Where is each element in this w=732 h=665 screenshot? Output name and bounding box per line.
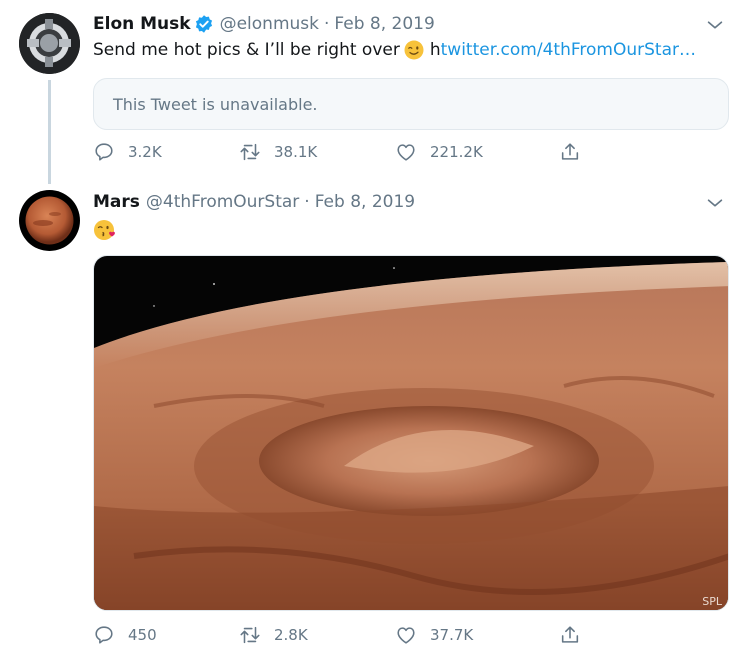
verified-badge-icon [194, 14, 214, 34]
media-credit: SPL [702, 595, 722, 608]
retweet-count: 38.1K [274, 143, 318, 161]
reply-button[interactable]: 450 [93, 624, 157, 646]
reply-button[interactable]: 3.2K [93, 141, 162, 163]
author-name[interactable]: Elon Musk [93, 14, 191, 34]
separator-dot: · [324, 14, 330, 34]
retweet-button[interactable]: 38.1K [239, 141, 317, 163]
thread-line [48, 80, 51, 184]
reply-icon [95, 143, 113, 161]
reply-count: 3.2K [128, 143, 162, 161]
tweet-text: Send me hot pics & I’ll be right over h … [93, 40, 696, 60]
chevron-down-icon[interactable] [704, 14, 726, 36]
author-name[interactable]: Mars [93, 192, 140, 212]
chevron-down-icon[interactable] [704, 192, 726, 214]
share-icon [561, 143, 579, 160]
heart-icon [397, 627, 415, 644]
like-count: 37.7K [430, 626, 474, 644]
share-button[interactable] [559, 624, 594, 646]
quote-unavailable-text: This Tweet is unavailable. [113, 94, 318, 114]
author-handle[interactable]: @4thFromOurStar [146, 192, 299, 212]
tweet-header: Elon Musk @elonmusk · Feb 8, 2019 [93, 12, 435, 36]
reply-icon [95, 626, 113, 644]
retweet-count: 2.8K [274, 626, 308, 644]
share-icon [561, 626, 579, 643]
tweet-header: Mars @4thFromOurStar · Feb 8, 2019 [93, 190, 415, 214]
tweet-body: Send me hot pics & I’ll be right over [93, 40, 400, 60]
separator-dot: · [304, 192, 310, 212]
heart-icon [397, 144, 415, 161]
unavailable-quote-tweet[interactable]: This Tweet is unavailable. [93, 78, 729, 130]
retweet-icon [240, 626, 260, 644]
like-button[interactable]: 37.7K [395, 624, 473, 646]
face-blowing-a-kiss-emoji-icon [93, 218, 117, 242]
tweet-date[interactable]: Feb 8, 2019 [315, 192, 415, 212]
winking-face-emoji-icon [404, 40, 424, 60]
tweet-date[interactable]: Feb 8, 2019 [334, 14, 434, 34]
share-button[interactable] [559, 141, 594, 163]
avatar[interactable] [19, 190, 80, 251]
retweet-icon [240, 143, 260, 161]
like-count: 221.2K [430, 143, 483, 161]
retweet-button[interactable]: 2.8K [239, 624, 308, 646]
mars-surface-image[interactable]: SPL [93, 255, 729, 611]
tweet-elon-musk[interactable]: Elon Musk @elonmusk · Feb 8, 2019 Send m… [0, 0, 732, 186]
tweet-mars[interactable]: Mars @4thFromOurStar · Feb 8, 2019 SPL 4… [0, 186, 732, 665]
author-handle[interactable]: @elonmusk [220, 14, 319, 34]
reply-count: 450 [128, 626, 157, 644]
tweet-actions: 3.2K 38.1K 221.2K [93, 141, 613, 167]
tweet-actions: 450 2.8K 37.7K [93, 624, 613, 650]
tweet-link[interactable]: twitter.com/4thFromOurStar… [441, 40, 696, 60]
avatar[interactable] [19, 13, 80, 74]
link-prefix: h [429, 40, 441, 60]
like-button[interactable]: 221.2K [395, 141, 483, 163]
